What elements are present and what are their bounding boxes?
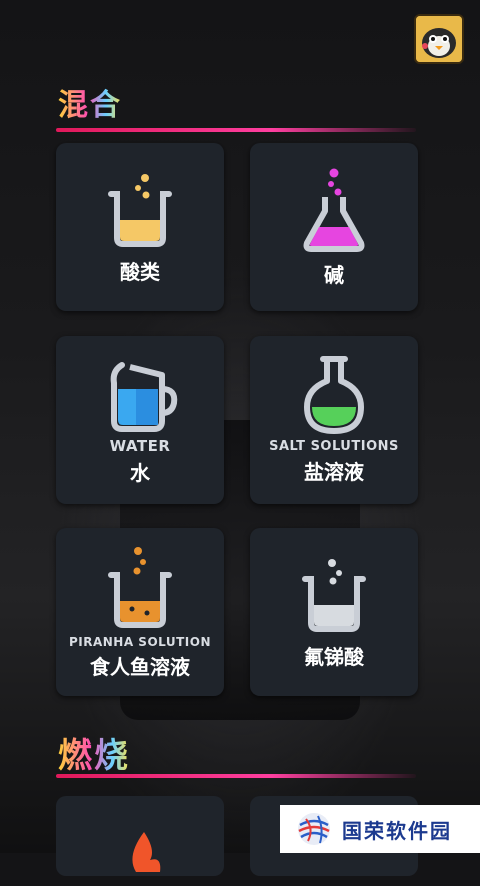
watermark-banner: 国荣软件园 [280,805,480,853]
card-burn-1[interactable] [56,796,224,876]
card-label: 酸类 [120,259,160,284]
card-fluoroantimonic-acid[interactable]: 氟锑酸 [250,528,418,696]
flame-icon [132,832,161,872]
card-water[interactable]: WATER 水 [56,336,224,504]
section-divider-mix [56,128,416,132]
avatar[interactable] [414,14,464,64]
beaker-acid-icon [108,173,172,247]
card-label: 碱 [324,262,344,287]
card-label: 盐溶液 [304,460,364,484]
card-acids[interactable]: 酸类 [56,143,224,311]
card-label-en: PIRANHA SOLUTION [68,634,212,649]
card-label-en: WATER [109,436,171,455]
card-label-en: SALT SOLUTIONS [269,439,399,454]
section-divider-burn [56,774,416,778]
watermark-text: 国荣软件园 [342,818,452,843]
pitcher-water-icon [110,361,178,432]
card-label: 食人鱼溶液 [90,654,190,679]
beaker-piranha-icon [108,546,172,628]
round-flask-salt-icon [304,356,364,434]
card-piranha-solution[interactable]: PIRANHA SOLUTION 食人鱼溶液 [56,528,224,696]
card-label: 水 [130,460,150,485]
globe-logo-icon [298,813,330,845]
section-title-burn: 燃烧 [58,728,130,777]
flask-base-icon [303,168,365,252]
beaker-fluoroantimonic-icon [302,558,366,632]
penguin-avatar-icon [416,16,462,62]
card-label: 氟锑酸 [304,644,364,669]
section-title-mix: 混合 [58,80,122,124]
card-salt-solutions[interactable]: SALT SOLUTIONS 盐溶液 [250,336,418,504]
card-base[interactable]: 碱 [250,143,418,311]
